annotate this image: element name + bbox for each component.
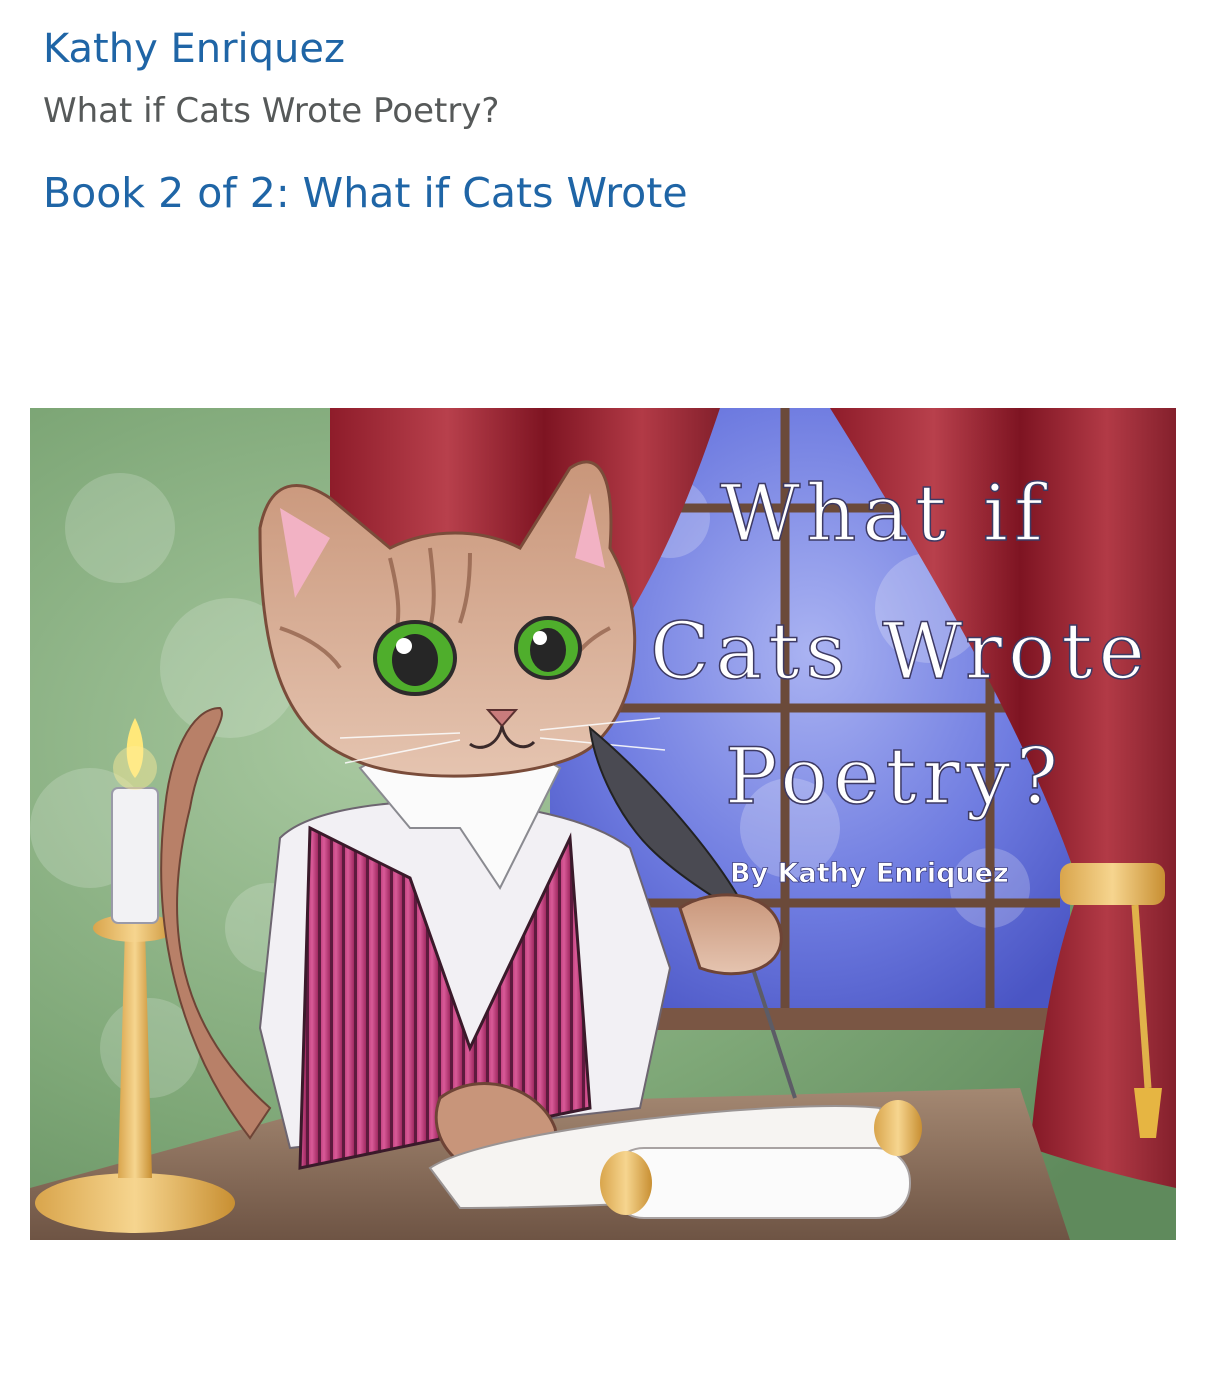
series-link[interactable]: Book 2 of 2: What if Cats Wrote xyxy=(43,166,688,220)
cover-title-line-2: Cats Wrote xyxy=(650,607,1151,697)
cover-byline: By Kathy Enriquez xyxy=(730,858,1009,889)
author-link[interactable]: Kathy Enriquez xyxy=(43,24,345,74)
cover-title-line-3: Poetry? xyxy=(725,732,1064,822)
cover-title-line-1: What if xyxy=(720,469,1049,559)
book-title: What if Cats Wrote Poetry? xyxy=(43,91,500,131)
cover-illustration: What if Cats Wrote Poetry? By Kathy Enri… xyxy=(30,408,1176,1240)
book-cover-image[interactable]: What if Cats Wrote Poetry? By Kathy Enri… xyxy=(30,408,1176,1240)
